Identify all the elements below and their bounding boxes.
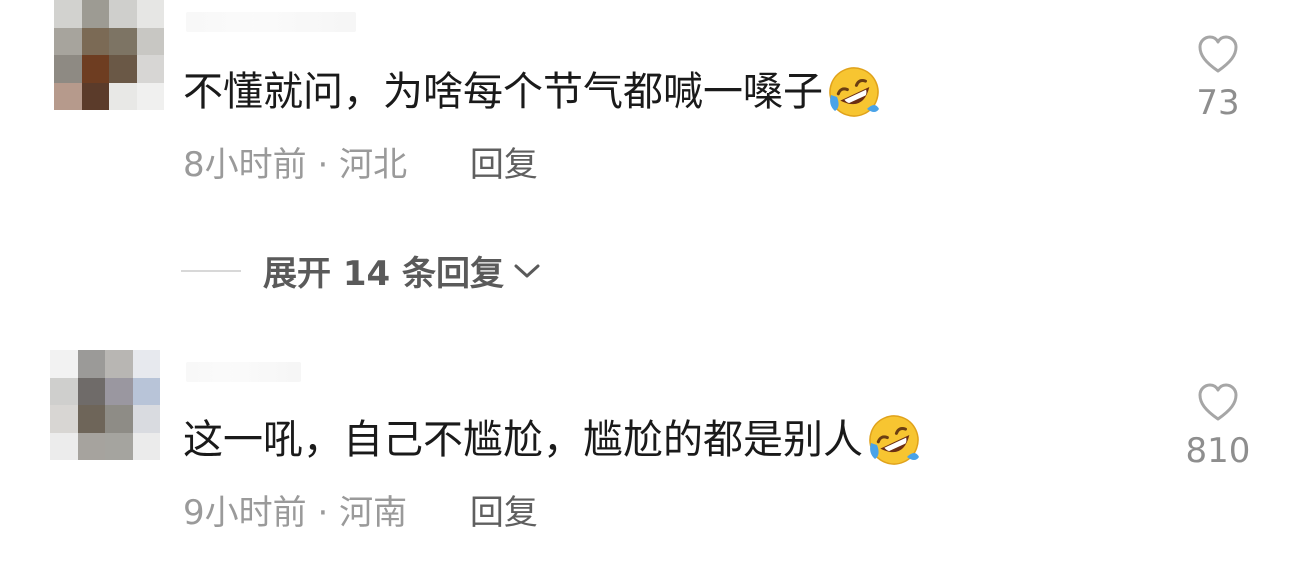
- username-blurred[interactable]: [186, 362, 301, 382]
- comment-time: 9小时前: [183, 493, 307, 533]
- avatar[interactable]: [50, 350, 160, 460]
- meta-separator: ·: [306, 493, 340, 533]
- like-count: 810: [1185, 431, 1251, 471]
- like-button[interactable]: 810: [1178, 382, 1258, 474]
- comment-text: 这一吼，自己不尴尬，尴尬的都是别人: [183, 412, 921, 468]
- comment-item: 这一吼，自己不尴尬，尴尬的都是别人 9小时前 · 河南 回复 810: [0, 0, 1290, 578]
- heart-icon: [1198, 383, 1238, 421]
- comment-location: 河南: [339, 493, 408, 533]
- comment-meta: 9小时前 · 河南 回复: [183, 488, 538, 538]
- rolling-on-floor-laughing-emoji: [867, 413, 921, 467]
- reply-button[interactable]: 回复: [470, 493, 538, 533]
